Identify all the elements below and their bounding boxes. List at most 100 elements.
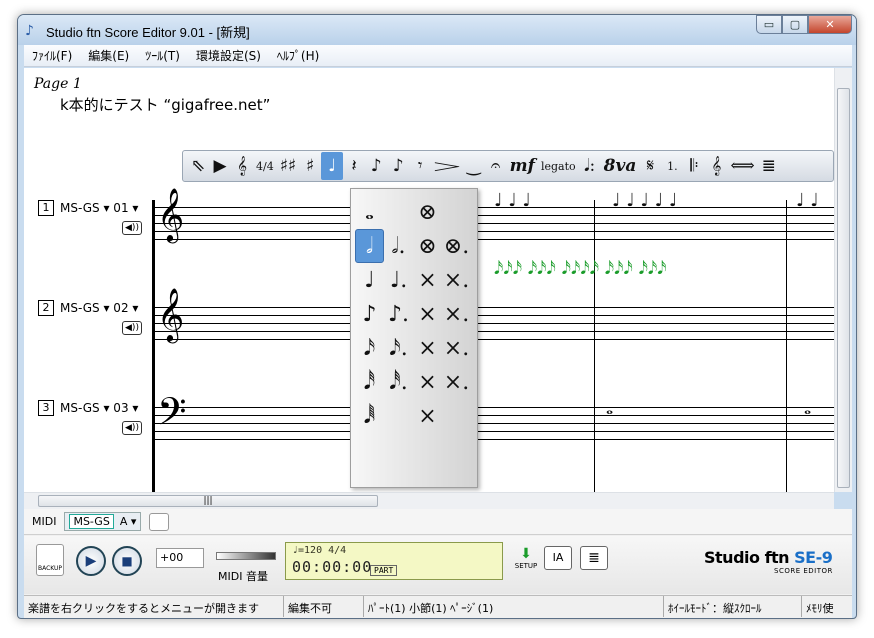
- select-tool-button[interactable]: ⇖: [187, 152, 209, 180]
- barline: [786, 200, 787, 492]
- midi-channel[interactable]: A ▾: [120, 515, 137, 528]
- palette-note-cell[interactable]: 𝅗𝅥: [355, 229, 384, 263]
- segno-button[interactable]: 𝄋: [639, 152, 661, 180]
- status-memory: ﾒﾓﾘ使: [806, 602, 834, 615]
- play-cursor-button[interactable]: ▶: [209, 152, 231, 180]
- triplet-button[interactable]: ♪: [365, 152, 387, 180]
- menu-settings[interactable]: 環境設定(S): [188, 47, 269, 64]
- palette-note-cell[interactable]: 𝅘𝅥𝅯.: [384, 331, 413, 365]
- midi-volume-slider[interactable]: [216, 552, 276, 560]
- status-edit-mode: 編集不可: [284, 596, 364, 617]
- legato-button[interactable]: legato: [538, 152, 579, 180]
- palette-note-cell[interactable]: ×.: [442, 263, 471, 297]
- palette-note-cell[interactable]: 𝅘𝅥𝅯: [355, 331, 384, 365]
- chord-staff-3[interactable]: 𝅝: [804, 398, 811, 419]
- score-canvas[interactable]: Page 1 k本的にテスト “gigafree.net” 1 MS-GS ▾ …: [24, 68, 834, 492]
- transpose-spinner[interactable]: +00: [156, 548, 204, 568]
- accent-button[interactable]: 𝆓: [431, 152, 463, 180]
- vertical-scrollbar[interactable]: [834, 68, 852, 492]
- ia-button[interactable]: IA: [544, 546, 572, 570]
- palette-note-cell[interactable]: 𝅘𝅥𝅰: [355, 365, 384, 399]
- midi-device-tab[interactable]: MS-GS A ▾: [64, 512, 142, 531]
- palette-note-cell[interactable]: 𝅘𝅥𝅰.: [384, 365, 413, 399]
- fermata-button[interactable]: 𝄐: [485, 152, 507, 180]
- palette-note-cell[interactable]: ⊗: [413, 229, 442, 263]
- palette-note-cell[interactable]: ×.: [442, 365, 471, 399]
- track-number[interactable]: 3: [38, 400, 54, 416]
- score-title[interactable]: k本的にテスト “gigafree.net”: [60, 94, 270, 115]
- menu-help[interactable]: ﾍﾙﾌﾟ(H): [269, 47, 327, 64]
- time-signature-button[interactable]: 4/4: [253, 152, 277, 180]
- tempo-readout: ♩=120 4/4: [292, 545, 347, 556]
- palette-note-cell[interactable]: ×: [413, 331, 442, 365]
- palette-note-cell[interactable]: ⊗: [413, 195, 442, 229]
- volta-button[interactable]: 1.: [661, 152, 683, 180]
- palette-note-cell[interactable]: ×.: [442, 297, 471, 331]
- note-tool-button[interactable]: ♩: [321, 152, 344, 180]
- track-number[interactable]: 2: [38, 300, 54, 316]
- backup-button[interactable]: BACKUP: [36, 544, 64, 576]
- menu-file[interactable]: ﾌｧｲﾙ(F): [24, 47, 80, 64]
- palette-note-cell[interactable]: 𝅗𝅥.: [384, 229, 413, 263]
- slur-button[interactable]: ‿: [463, 152, 485, 180]
- key-signature-button[interactable]: ♯♯: [277, 152, 299, 180]
- palette-note-cell[interactable]: ♪: [355, 297, 384, 331]
- accidental-button[interactable]: ♯: [299, 152, 321, 180]
- speaker-icon[interactable]: ◀)): [122, 321, 142, 335]
- close-button[interactable]: ✕: [808, 15, 852, 34]
- palette-note-cell[interactable]: ♩.: [384, 263, 413, 297]
- triplet-rest-button[interactable]: 𝄾: [409, 152, 431, 180]
- repeat-button[interactable]: 𝄆: [683, 152, 705, 180]
- horizontal-scrollbar[interactable]: |||: [24, 492, 834, 509]
- scroll-thumb[interactable]: [837, 88, 850, 488]
- dynamics-button[interactable]: mf: [507, 152, 538, 180]
- setup-button[interactable]: ⬇ SETUP: [512, 546, 540, 570]
- window-title: Studio ftn Score Editor 9.01 - [新規]: [46, 25, 250, 40]
- menu-lines-button[interactable]: ≣: [758, 152, 780, 180]
- track-number[interactable]: 1: [38, 200, 54, 216]
- palette-note-cell[interactable]: ×.: [442, 331, 471, 365]
- midi-device[interactable]: MS-GS: [69, 514, 114, 529]
- scroll-thumb[interactable]: |||: [38, 495, 378, 507]
- tempo-button[interactable]: 𝅘𝅥:: [579, 152, 601, 180]
- maximize-button[interactable]: ▢: [782, 15, 808, 34]
- notes-staff-2[interactable]: 𝅘𝅥𝅯𝅘𝅥𝅯𝅘𝅥𝅯 𝅘𝅥𝅯𝅘𝅥𝅯𝅘𝅥𝅯 𝅘𝅥𝅯𝅘𝅥𝅯𝅘𝅥𝅯𝅘𝅥𝅯 𝅘𝅥𝅯𝅘𝅥𝅯𝅘…: [494, 258, 667, 279]
- triplet-eighth-button[interactable]: ♪: [387, 152, 409, 180]
- sheet-icon[interactable]: ≣: [580, 546, 608, 570]
- palette-note-cell[interactable]: ♪.: [384, 297, 413, 331]
- palette-note-cell[interactable]: 𝅘𝅥𝅱: [355, 399, 384, 433]
- app-window: ♪ Studio ftn Score Editor 9.01 - [新規] ▭ …: [17, 14, 857, 619]
- stop-button[interactable]: ■: [112, 546, 142, 576]
- status-hint: 楽譜を右クリックをするとメニューが開きます: [24, 596, 284, 617]
- rest-tool-button[interactable]: 𝄽: [343, 152, 365, 180]
- menu-edit[interactable]: 編集(E): [80, 47, 137, 64]
- notes-measure-3[interactable]: ♩ ♩: [796, 190, 819, 211]
- chord-staff-3[interactable]: 𝅝: [606, 398, 613, 419]
- grand-staff-button[interactable]: 𝄞: [705, 152, 727, 180]
- track-instrument-select[interactable]: MS-GS ▾ 03 ▾: [60, 401, 138, 415]
- palette-note-cell[interactable]: ⊗.: [442, 229, 471, 263]
- speaker-icon[interactable]: ◀)): [122, 421, 142, 435]
- title-bar[interactable]: ♪ Studio ftn Score Editor 9.01 - [新規] ▭ …: [18, 15, 856, 45]
- staff-lines: [154, 207, 834, 247]
- minimize-button[interactable]: ▭: [756, 15, 782, 34]
- palette-note-cell[interactable]: ♩: [355, 263, 384, 297]
- window-controls: ▭ ▢ ✕: [756, 15, 852, 34]
- midi-label: MIDI: [32, 515, 57, 528]
- palette-note-cell[interactable]: ×: [413, 263, 442, 297]
- menu-tools[interactable]: ﾂｰﾙ(T): [137, 47, 188, 64]
- play-button[interactable]: ▶: [76, 546, 106, 576]
- track-instrument-select[interactable]: MS-GS ▾ 01 ▾: [60, 201, 138, 215]
- octave-button[interactable]: 8va: [601, 152, 640, 180]
- palette-note-cell[interactable]: ×: [413, 399, 442, 433]
- palette-note-cell[interactable]: ×: [413, 297, 442, 331]
- notes-measure-1[interactable]: ♩ ♩ ♩: [494, 190, 531, 211]
- palette-note-cell[interactable]: ×: [413, 365, 442, 399]
- palette-note-cell[interactable]: 𝅝: [355, 195, 384, 229]
- notes-measure-2[interactable]: ♩ ♩ ♩ ♩ ♩: [612, 190, 677, 211]
- midi-add-button[interactable]: [149, 512, 170, 531]
- speaker-icon[interactable]: ◀)): [122, 221, 142, 235]
- track-instrument-select[interactable]: MS-GS ▾ 02 ▾: [60, 301, 138, 315]
- clef-button[interactable]: 𝄞: [231, 152, 253, 180]
- spacing-button[interactable]: ⟺: [727, 152, 757, 180]
